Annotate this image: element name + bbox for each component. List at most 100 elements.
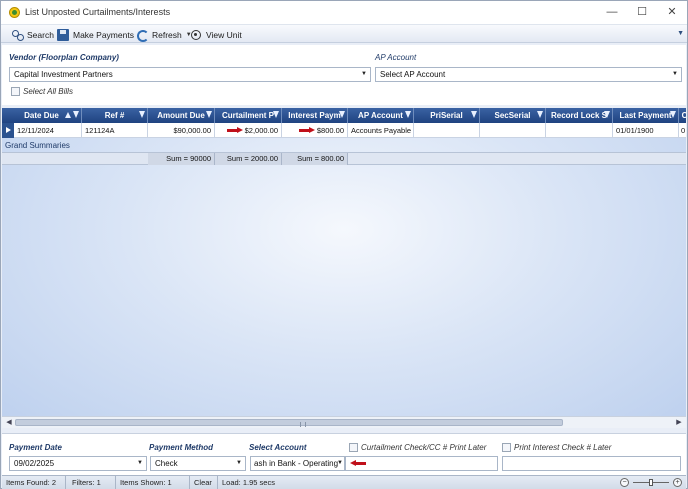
column-header-ap-account[interactable]: AP Account <box>348 108 414 123</box>
row-selector-icon[interactable] <box>2 123 14 138</box>
red-arrow-icon <box>350 460 366 467</box>
select-all-checkbox[interactable] <box>11 87 20 96</box>
make-payments-button[interactable]: Make Payments <box>57 28 134 41</box>
close-button[interactable]: ✕ <box>658 4 686 21</box>
payment-date-value: 09/02/2025 <box>14 459 55 468</box>
payment-panel: Payment Date 09/02/2025 ▼ Payment Method… <box>2 433 686 475</box>
grid-header: Date Due Ref # Amount Due Curtailment P … <box>2 108 686 123</box>
filter-icon[interactable] <box>339 111 345 118</box>
summary-interest: Sum = 800.00 <box>282 153 348 165</box>
filter-icon[interactable] <box>471 111 477 118</box>
binoculars-icon <box>11 29 24 41</box>
zoom-out-icon[interactable]: − <box>620 478 629 487</box>
column-header-sec-serial[interactable]: SecSerial <box>480 108 546 123</box>
refresh-button[interactable]: Refresh ▼ <box>136 28 192 42</box>
chevron-down-icon: ▼ <box>337 460 343 466</box>
vendor-select[interactable]: Capital Investment Partners ▼ <box>9 67 371 82</box>
column-header-c[interactable]: C <box>679 108 686 123</box>
column-header-record-lock[interactable]: Record Lock S <box>546 108 613 123</box>
cell-c[interactable]: 0 <box>679 123 686 138</box>
column-header-interest[interactable]: Interest Paym <box>282 108 348 123</box>
select-account-value: ash in Bank - Operating <box>254 459 339 468</box>
toolbar: Search Make Payments Refresh ▼ View Unit… <box>1 24 687 43</box>
curtailment-print-later-checkbox[interactable] <box>349 443 358 452</box>
ap-account-value: Select AP Account <box>380 70 446 79</box>
ap-account-select[interactable]: Select AP Account ▼ <box>375 67 682 82</box>
zoom-in-icon[interactable]: + <box>673 478 682 487</box>
account-extra-field[interactable] <box>345 456 498 471</box>
filter-icon[interactable] <box>139 111 145 118</box>
zoom-knob[interactable] <box>649 479 653 486</box>
cell-sec-serial[interactable] <box>480 123 546 138</box>
toolbar-overflow-icon[interactable]: ▼ <box>677 30 684 37</box>
horizontal-scrollbar[interactable]: ◀ ▶ <box>2 416 686 428</box>
items-shown-status: Items Shown: 1 <box>116 476 190 489</box>
zoom-slider[interactable]: − + <box>620 477 682 488</box>
view-unit-button[interactable]: View Unit <box>190 28 242 41</box>
cell-ap-account[interactable]: Accounts Payable <box>348 123 414 138</box>
red-arrow-icon <box>298 127 315 134</box>
clear-filter-link[interactable]: Clear <box>190 476 218 489</box>
window-title: List Unposted Curtailments/Interests <box>25 7 171 17</box>
interest-print-later-checkbox[interactable] <box>502 443 511 452</box>
select-account-select[interactable]: ash in Bank - Operating ▼ <box>250 456 345 471</box>
scrollbar-thumb[interactable] <box>15 419 563 427</box>
column-header-curtailment[interactable]: Curtailment P <box>215 108 282 123</box>
column-header-last-payment[interactable]: Last Payment <box>613 108 679 123</box>
curtailment-value: $2,000.00 <box>244 126 278 135</box>
payment-method-label: Payment Method <box>149 443 214 452</box>
grip-icon <box>300 422 306 427</box>
interest-print-later-label: Print Interest Check # Later <box>514 443 612 452</box>
interest-check-field[interactable] <box>502 456 681 471</box>
refresh-label: Refresh <box>152 29 182 40</box>
select-account-label: Select Account <box>249 443 307 452</box>
cell-date-due[interactable]: 12/11/2024 <box>14 123 82 138</box>
view-unit-label: View Unit <box>206 29 242 40</box>
minimize-button[interactable]: — <box>598 4 626 21</box>
filters-status: Filters: 1 <box>68 476 116 489</box>
chevron-down-icon: ▼ <box>361 71 367 77</box>
filter-icon[interactable] <box>537 111 543 118</box>
title-bar: List Unposted Curtailments/Interests — ☐… <box>1 1 687 24</box>
ap-account-label: AP Account <box>375 53 417 62</box>
make-payments-label: Make Payments <box>73 29 134 40</box>
sort-ascending-icon <box>65 112 71 118</box>
payment-method-select[interactable]: Check ▼ <box>150 456 246 471</box>
cell-interest[interactable]: $800.00 <box>282 123 348 138</box>
save-disk-icon <box>57 28 69 41</box>
grand-summaries-label: Grand Summaries <box>5 141 70 150</box>
summary-amount-due: Sum = 90000 <box>148 153 215 165</box>
items-found-status: Items Found: 2 <box>2 476 66 489</box>
red-arrow-icon <box>226 127 243 134</box>
cell-curtailment[interactable]: $2,000.00 <box>215 123 282 138</box>
column-header-amount-due[interactable]: Amount Due <box>148 108 215 123</box>
column-header-ref[interactable]: Ref # <box>82 108 148 123</box>
filter-icon[interactable] <box>273 111 279 118</box>
cell-pri-serial[interactable] <box>414 123 480 138</box>
payment-date-label: Payment Date <box>9 443 62 452</box>
filter-icon[interactable] <box>405 111 411 118</box>
scroll-right-icon[interactable]: ▶ <box>674 418 684 428</box>
scroll-left-icon[interactable]: ◀ <box>4 418 14 428</box>
search-button[interactable]: Search <box>11 28 54 41</box>
cell-amount-due[interactable]: $90,000.00 <box>148 123 215 138</box>
column-header-pri-serial[interactable]: PriSerial <box>414 108 480 123</box>
filter-icon[interactable] <box>73 111 79 118</box>
main-window: List Unposted Curtailments/Interests — ☐… <box>0 0 688 489</box>
filter-panel: Vendor (Floorplan Company) Capital Inves… <box>2 45 686 105</box>
column-header-date-due[interactable]: Date Due <box>2 108 82 123</box>
app-coin-icon <box>9 7 20 18</box>
filter-icon[interactable] <box>206 111 212 118</box>
filter-icon[interactable] <box>670 111 676 118</box>
search-label: Search <box>27 29 54 40</box>
cell-ref[interactable]: 121124A <box>82 123 148 138</box>
status-bar: Items Found: 2 Filters: 1 Items Shown: 1… <box>2 475 686 489</box>
maximize-button[interactable]: ☐ <box>628 4 656 21</box>
payment-date-picker[interactable]: 09/02/2025 ▼ <box>9 456 147 471</box>
table-row[interactable]: 12/11/2024 121124A $90,000.00 $2,000.00 … <box>2 123 686 138</box>
summary-row: Sum = 90000 Sum = 2000.00 Sum = 800.00 <box>2 152 686 165</box>
curtailment-print-later-label: Curtailment Check/CC # Print Later <box>361 443 487 452</box>
cell-record-lock[interactable] <box>546 123 613 138</box>
cell-last-payment[interactable]: 01/01/1900 <box>613 123 679 138</box>
filter-icon[interactable] <box>604 111 610 118</box>
